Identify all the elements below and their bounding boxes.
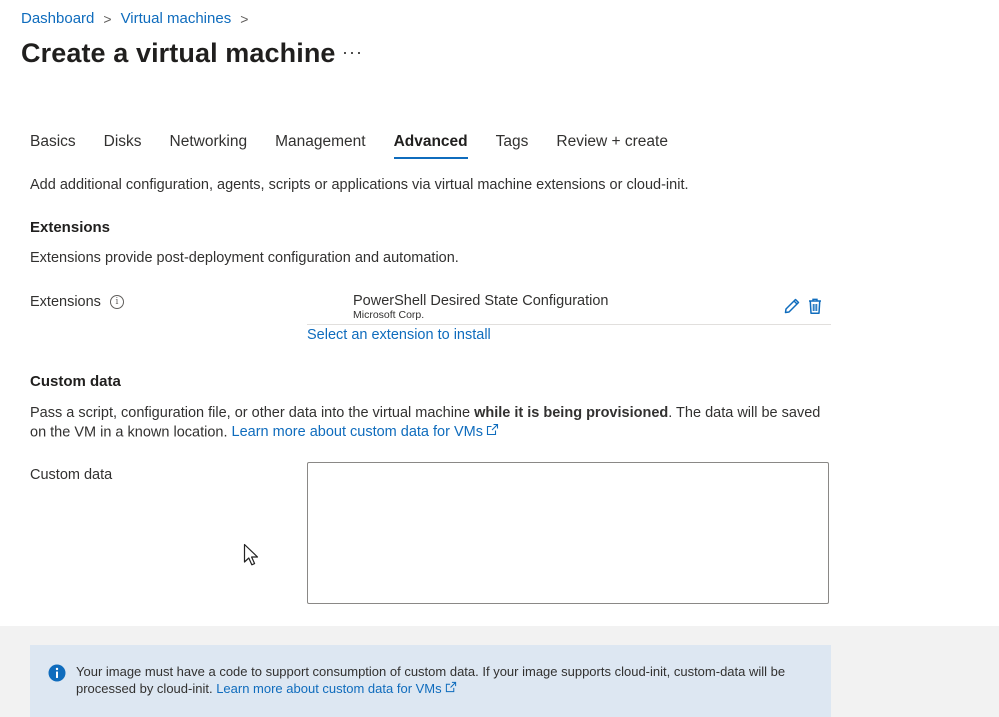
delete-trash-icon[interactable] [807, 297, 825, 315]
breadcrumb-dashboard[interactable]: Dashboard [21, 10, 94, 27]
custom-data-description: Pass a script, configuration file, or ot… [30, 404, 840, 442]
tab-basics[interactable]: Basics [30, 133, 76, 158]
breadcrumb-virtual-machines[interactable]: Virtual machines [121, 10, 232, 27]
custom-data-desc-bold: while it is being provisioned [474, 405, 669, 421]
info-learn-more-text: Learn more about custom data for VMs [216, 680, 442, 696]
custom-data-textarea[interactable] [307, 462, 829, 604]
extension-row: PowerShell Desired State Configuration M… [307, 288, 831, 325]
select-extension-link[interactable]: Select an extension to install [307, 327, 491, 343]
extensions-field-label: Extensions i [30, 294, 124, 310]
extension-name: PowerShell Desired State Configuration [353, 293, 609, 309]
mouse-pointer-icon [243, 543, 261, 572]
tab-advanced[interactable]: Advanced [393, 133, 468, 159]
extensions-heading: Extensions [30, 219, 111, 236]
custom-data-heading: Custom data [30, 373, 121, 390]
tab-tags[interactable]: Tags [496, 133, 529, 158]
more-options-button[interactable]: ··· [342, 42, 363, 63]
tab-bar: Basics Disks Networking Management Advan… [30, 133, 696, 159]
advanced-description: Add additional configuration, agents, sc… [30, 177, 689, 193]
tab-review-create[interactable]: Review + create [556, 133, 668, 158]
learn-more-custom-data-link[interactable]: Learn more about custom data for VMs [231, 423, 499, 442]
external-link-icon [445, 681, 457, 698]
tab-management[interactable]: Management [275, 133, 365, 158]
edit-pencil-icon[interactable] [783, 297, 801, 315]
extensions-description: Extensions provide post-deployment confi… [30, 250, 459, 266]
breadcrumb-separator: > [103, 10, 112, 27]
custom-data-desc-text: Pass a script, configuration file, or ot… [30, 405, 475, 421]
info-icon[interactable]: i [109, 295, 124, 309]
learn-more-link-text: Learn more about custom data for VMs [231, 424, 483, 441]
external-link-icon [486, 423, 499, 442]
info-banner: Your image must have a code to support c… [30, 645, 831, 717]
info-learn-more-link[interactable]: Learn more about custom data for VMs [216, 681, 456, 696]
tab-networking[interactable]: Networking [170, 133, 248, 158]
tab-disks[interactable]: Disks [104, 133, 142, 158]
info-banner-text: Your image must have a code to support c… [76, 664, 826, 697]
info-filled-icon [48, 664, 66, 687]
custom-data-field-label: Custom data [30, 467, 113, 483]
page-title: Create a virtual machine [21, 38, 336, 68]
extensions-label-text: Extensions [30, 294, 101, 310]
breadcrumb: Dashboard > Virtual machines > [21, 10, 257, 27]
extension-publisher: Microsoft Corp. [353, 309, 425, 321]
breadcrumb-separator: > [240, 10, 249, 27]
